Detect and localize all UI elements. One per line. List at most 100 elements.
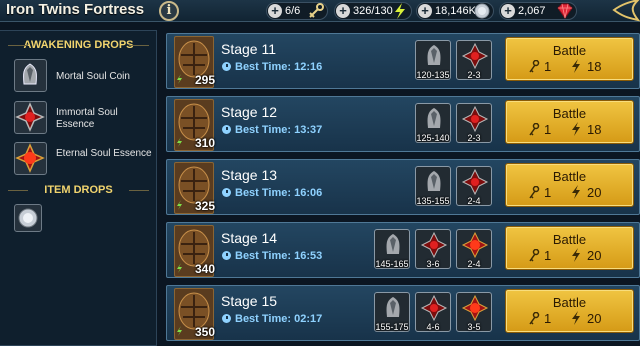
drops-panel: AWAKENING DROPS Mortal Soul Coin Immorta… (0, 30, 157, 346)
battle-energy-cost: 20 (587, 311, 602, 326)
stage-drop[interactable]: 2-3 (456, 103, 492, 143)
immortal-soul-essence-icon (461, 169, 489, 195)
battle-key-cost: 1 (544, 185, 552, 200)
add-gems-button[interactable]: + (501, 4, 515, 18)
stage-power: 310 (194, 136, 215, 150)
stage-power: 340 (194, 262, 215, 276)
battle-energy-cost: 20 (587, 248, 602, 263)
top-bar: Iron Twins Fortress i + 6/6 + 326/130 + … (0, 0, 640, 22)
best-time-value: Best Time: 13:37 (235, 124, 323, 136)
immortal-soul-essence-icon (461, 106, 489, 132)
silver-coin-icon (14, 204, 42, 232)
stage-power: 295 (194, 73, 215, 87)
item-drop-item[interactable] (14, 204, 154, 240)
stage-drop[interactable]: 155-175 (374, 292, 410, 332)
energy-value: 326/130 (353, 5, 393, 17)
energy-bolt-icon (572, 248, 580, 262)
best-time: Best Time: 12:16 (222, 61, 322, 73)
battle-button[interactable]: Battle 1 20 (505, 226, 634, 270)
stage-name: Stage 15 (221, 293, 278, 309)
add-keys-button[interactable]: + (268, 4, 282, 18)
stage-drop[interactable]: 3-6 (415, 229, 451, 269)
drop-label: Eternal Soul Essence (56, 148, 152, 159)
stage-drop[interactable]: 135-155 (415, 166, 451, 206)
mortal-soul-coin-icon (14, 59, 47, 92)
battle-button[interactable]: Battle 1 20 (505, 163, 634, 207)
stage-drop[interactable]: 3-5 (456, 292, 492, 332)
key-icon (529, 186, 540, 199)
silver-resource[interactable]: + 18,146K (416, 2, 494, 20)
mortal-soul-coin-icon (386, 234, 400, 254)
drop-count: 2-3 (467, 133, 481, 143)
battle-energy-cost: 18 (587, 122, 602, 137)
clock-icon (222, 62, 231, 71)
ruby-gem-icon (557, 3, 573, 19)
stage-row[interactable]: 310 Stage 12 Best Time: 13:37 125-140 2-… (166, 96, 640, 152)
energy-bolt-icon (572, 59, 580, 73)
best-time-value: Best Time: 16:53 (235, 250, 323, 262)
energy-bolt-icon (572, 311, 580, 325)
clock-icon (222, 314, 231, 323)
gems-resource[interactable]: + 2,067 (499, 2, 577, 20)
stage-drop[interactable]: 4-6 (415, 292, 451, 332)
stage-drop[interactable]: 2-3 (456, 40, 492, 80)
best-time: Best Time: 02:17 (222, 313, 322, 325)
stage-drop[interactable]: 2-4 (456, 229, 492, 269)
drop-count: 4-6 (426, 322, 440, 332)
battle-label: Battle (552, 169, 587, 184)
immortal-soul-essence-icon (14, 101, 47, 134)
drop-count: 2-4 (467, 196, 481, 206)
key-icon (529, 249, 540, 262)
stage-row[interactable]: 340 Stage 14 Best Time: 16:53 145-165 3-… (166, 222, 640, 278)
silver-coin-icon (474, 3, 490, 19)
battle-key-cost: 1 (544, 122, 552, 137)
back-arrow-icon[interactable] (610, 0, 640, 22)
battle-energy-cost: 18 (587, 59, 602, 74)
awakening-drop-item[interactable]: Immortal Soul Essence (14, 101, 154, 137)
best-time-value: Best Time: 12:16 (235, 61, 323, 73)
stage-power: 350 (194, 325, 215, 339)
key-icon (529, 312, 540, 325)
drop-count: 2-3 (467, 70, 481, 80)
battle-key-cost: 1 (544, 248, 552, 263)
stage-row[interactable]: 325 Stage 13 Best Time: 16:06 135-155 2-… (166, 159, 640, 215)
stage-row[interactable]: 350 Stage 15 Best Time: 02:17 155-175 4-… (166, 285, 640, 341)
clock-icon (222, 188, 231, 197)
battle-button[interactable]: Battle 1 20 (505, 289, 634, 333)
page-title: Iron Twins Fortress (6, 1, 145, 18)
eternal-soul-essence-icon (461, 295, 489, 321)
add-energy-button[interactable]: + (336, 4, 350, 18)
keys-resource[interactable]: + 6/6 (266, 2, 328, 20)
awakening-drops-heading: AWAKENING DROPS (0, 39, 157, 51)
clock-icon (222, 125, 231, 134)
stage-drop[interactable]: 2-4 (456, 166, 492, 206)
best-time-value: Best Time: 16:06 (235, 187, 323, 199)
battle-button[interactable]: Battle 1 18 (505, 100, 634, 144)
drop-label: Mortal Soul Coin (56, 71, 130, 82)
awakening-drop-item[interactable]: Eternal Soul Essence (14, 142, 154, 178)
info-button[interactable]: i (159, 1, 179, 21)
stage-drop[interactable]: 125-140 (415, 103, 451, 143)
battle-key-cost: 1 (544, 59, 552, 74)
stage-drop[interactable]: 145-165 (374, 229, 410, 269)
awakening-drop-item[interactable]: Mortal Soul Coin (14, 59, 154, 95)
energy-resource[interactable]: + 326/130 (334, 2, 412, 20)
item-drops-heading: ITEM DROPS (0, 184, 157, 196)
add-silver-button[interactable]: + (418, 4, 432, 18)
stage-list[interactable]: 295 Stage 11 Best Time: 12:16 120-135 2-… (166, 30, 640, 346)
best-time-value: Best Time: 02:17 (235, 313, 323, 325)
drop-count: 145-165 (375, 259, 409, 269)
battle-key-cost: 1 (544, 311, 552, 326)
best-time: Best Time: 16:06 (222, 187, 322, 199)
drop-count: 135-155 (416, 196, 450, 206)
battle-energy-cost: 20 (587, 185, 602, 200)
stage-row[interactable]: 295 Stage 11 Best Time: 12:16 120-135 2-… (166, 33, 640, 89)
keys-value: 6/6 (285, 5, 301, 17)
immortal-soul-essence-icon (420, 295, 448, 321)
stage-drop[interactable]: 120-135 (415, 40, 451, 80)
battle-button[interactable]: Battle 1 18 (505, 37, 634, 81)
silver-value: 18,146K (435, 5, 476, 17)
stage-name: Stage 11 (221, 41, 277, 57)
eternal-soul-essence-icon (461, 232, 489, 258)
mortal-soul-coin-icon (427, 45, 441, 65)
